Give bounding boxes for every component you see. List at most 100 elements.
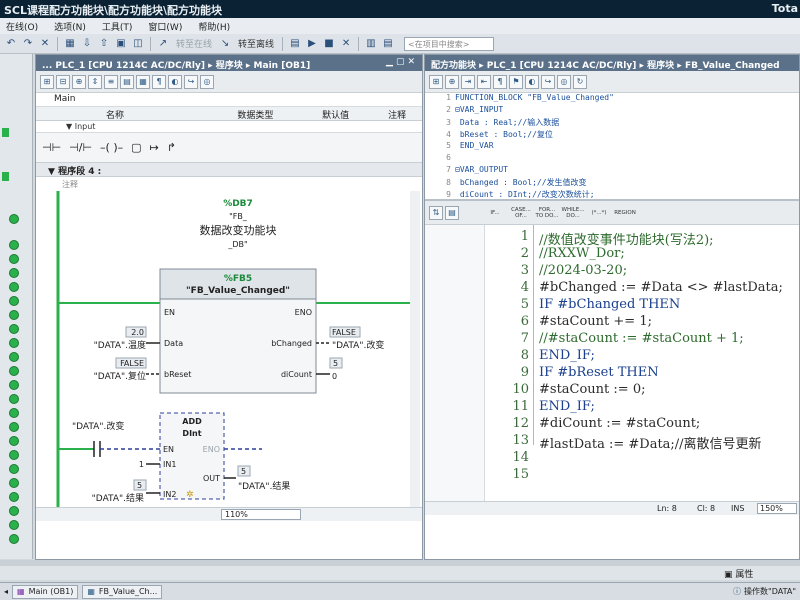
snippet-icon[interactable]: ▤	[445, 205, 459, 220]
insert-row-icon[interactable]: ⊕	[72, 74, 86, 89]
info-status[interactable]: ⓘ 操作数"DATA"	[733, 586, 796, 597]
monitor-on-off-icon[interactable]: ◐	[525, 74, 539, 89]
declaration-section[interactable]: 1 FUNCTION_BLOCK "FB_Value_Changed" 2 ⊟VAR…	[425, 93, 799, 201]
insert-row-icon[interactable]: ⊞	[429, 74, 443, 89]
panel-controls-icon[interactable]: ▁▢✕	[386, 57, 418, 67]
delete-network-icon[interactable]: ⊟	[56, 74, 70, 89]
go-online-button[interactable]: 转至在线	[173, 37, 215, 50]
scl-for-button[interactable]: FOR... TO DO...	[535, 207, 559, 219]
add-type[interactable]: DInt	[182, 429, 201, 438]
go-online-icon[interactable]: ↗	[156, 37, 170, 51]
scl-case-button[interactable]: CASE... OF...	[509, 207, 533, 219]
start-cpu-icon[interactable]: ▶	[305, 37, 319, 51]
breakpoint-icon[interactable]: ◎	[200, 74, 214, 89]
add-in2-operand[interactable]: "DATA".结果	[92, 492, 144, 504]
add-row-icon[interactable]: ⊕	[445, 74, 459, 89]
redo-icon[interactable]: ↷	[21, 37, 35, 51]
scl-if-button[interactable]: IF...	[483, 210, 507, 216]
close-all-icon[interactable]: ≡	[104, 74, 118, 89]
iface-row-input[interactable]: ▼ Input	[36, 121, 422, 133]
status-ok-icon	[9, 352, 19, 362]
go-to-icon[interactable]: ↪	[184, 74, 198, 89]
add-contact-operand[interactable]: "DATA".改变	[72, 420, 124, 432]
decl-line-number: 2	[446, 105, 451, 114]
task-fb-value-changed[interactable]: ▦ FB_Value_Ch...	[82, 584, 163, 599]
scl-while-button[interactable]: WHILE... DO...	[561, 207, 585, 219]
task-label: FB_Value_Ch...	[98, 587, 158, 596]
zoom-select[interactable]: 110%	[221, 509, 301, 520]
delete-icon[interactable]: ✕	[38, 37, 52, 51]
menu-window[interactable]: 窗口(W)	[148, 20, 182, 33]
decl-line: 1 FUNCTION_BLOCK "FB_Value_Changed"	[425, 93, 614, 105]
collapse-icon[interactable]: ▼	[48, 167, 58, 177]
status-ok-icon	[9, 450, 19, 460]
comment-icon[interactable]: ¶	[493, 74, 507, 89]
stop-cpu-icon[interactable]: ■	[322, 37, 336, 51]
decl-line-text: diCount : DInt;//改变次数统计;	[455, 190, 595, 199]
bchanged-operand[interactable]: "DATA".改变	[332, 339, 384, 351]
network-comment[interactable]: 注释	[36, 177, 422, 191]
outdent-icon[interactable]: ⇤	[477, 74, 491, 89]
menu-online[interactable]: 在线(O)	[6, 20, 38, 33]
coil-icon[interactable]: –( )–	[100, 141, 123, 154]
code-line-text: //RXXW_Dor;	[539, 246, 625, 261]
network-header[interactable]: ▼ 程序段 4 :	[36, 163, 422, 177]
add-extend-icon[interactable]: ✲	[186, 490, 194, 500]
open-all-icon[interactable]: ⇕	[88, 74, 102, 89]
simulation-icon[interactable]: ▣	[114, 37, 128, 51]
refresh-icon[interactable]: ↻	[573, 74, 587, 89]
code-line-number: 7	[520, 331, 529, 346]
scl-code-area[interactable]: 1//数值改变事件功能块(写法2); 2//RXXW_Dor; 3//2024-…	[425, 225, 799, 515]
compile-icon[interactable]: ▦	[63, 37, 77, 51]
monitor-on-off-icon[interactable]: ◐	[168, 74, 182, 89]
portal-view-icon[interactable]: ◂	[4, 587, 8, 596]
monitor-icon[interactable]: ◫	[131, 37, 145, 51]
bookmark-icon[interactable]: ⚑	[509, 74, 523, 89]
ladder-diagram: %DB7 "FB_ 数据改变功能块 _DB" %FB5 "FB_Value_Ch…	[56, 191, 420, 511]
expand-arrow-icon[interactable]: ▼	[66, 122, 75, 131]
vertical-scrollbar[interactable]	[410, 191, 420, 511]
insert-network-icon[interactable]: ⊞	[40, 74, 54, 89]
close-icon[interactable]: ✕	[339, 37, 353, 51]
breset-operand[interactable]: "DATA".复位	[94, 370, 146, 382]
scl-zoom-select[interactable]: 150%	[757, 503, 797, 514]
comment-icon[interactable]: ¶	[152, 74, 166, 89]
pin-icon[interactable]: ⇅	[429, 205, 443, 220]
go-offline-icon[interactable]: ↘	[218, 37, 232, 51]
decl-line-number: 4	[446, 130, 451, 139]
split-horizontal-icon[interactable]: ▤	[381, 37, 395, 51]
properties-tab[interactable]: ▣ 属性	[724, 567, 753, 580]
upload-icon[interactable]: ⇧	[97, 37, 111, 51]
accessible-devices-icon[interactable]: ▤	[288, 37, 302, 51]
show-favorites-icon[interactable]: ▦	[136, 74, 150, 89]
download-icon[interactable]: ⇩	[80, 37, 94, 51]
add-out-operand[interactable]: "DATA".结果	[238, 480, 290, 492]
nc-contact-icon[interactable]: ⊣/⊢	[69, 141, 92, 154]
add-in1-value[interactable]: 1	[139, 460, 144, 469]
split-vertical-icon[interactable]: ▥	[364, 37, 378, 51]
project-search-input[interactable]: <在项目中搜索>	[404, 36, 495, 51]
go-offline-button[interactable]: 转至离线	[235, 37, 277, 50]
open-branch-icon[interactable]: ↦	[150, 141, 159, 154]
dicount-operand[interactable]: 0	[332, 372, 337, 381]
undo-icon[interactable]: ↶	[4, 37, 18, 51]
code-line-number: 15	[512, 467, 529, 482]
go-to-icon[interactable]: ↪	[541, 74, 555, 89]
absolute-operands-icon[interactable]: ▤	[120, 74, 134, 89]
menu-tools[interactable]: 工具(T)	[102, 20, 133, 33]
scl-region-button[interactable]: REGION	[613, 210, 637, 216]
window-title: SCL课程配方功能块\配方功能块\配方功能块	[4, 4, 223, 17]
menu-help[interactable]: 帮助(H)	[198, 20, 230, 33]
close-branch-icon[interactable]: ↱	[167, 141, 176, 154]
status-indicator	[2, 128, 9, 137]
task-main-ob1[interactable]: ▦ Main (OB1)	[12, 584, 79, 599]
status-ok-icon	[9, 366, 19, 376]
menu-options[interactable]: 选项(N)	[54, 20, 86, 33]
indent-icon[interactable]: ⇥	[461, 74, 475, 89]
no-contact-icon[interactable]: ⊣⊢	[42, 141, 61, 154]
scl-comment-button[interactable]: (*...*)	[587, 210, 611, 216]
status-ok-icon	[9, 254, 19, 264]
empty-box-icon[interactable]: ▢	[131, 141, 141, 154]
breakpoint-icon[interactable]: ◎	[557, 74, 571, 89]
data-operand[interactable]: "DATA".温度	[94, 339, 146, 351]
